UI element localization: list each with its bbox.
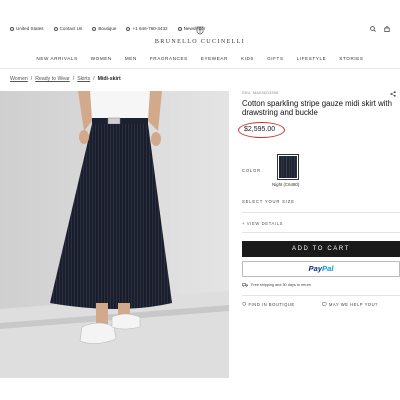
paypal-button[interactable]: Pay Pal <box>242 260 400 277</box>
crest-icon <box>196 26 204 35</box>
find-in-boutique-label: FIND IN BOUTIQUE <box>248 301 295 307</box>
breadcrumb-separator: / <box>93 76 95 82</box>
breadcrumb-separator: / <box>72 76 75 82</box>
nav-kids[interactable]: KIDS <box>241 56 254 61</box>
color-swatch-night[interactable] <box>276 153 299 180</box>
header-actions <box>370 26 390 32</box>
breadcrumb-women[interactable]: Women <box>10 76 28 82</box>
color-name: Night (C6480) <box>272 181 300 187</box>
truck-icon <box>242 283 248 287</box>
bag-icon[interactable] <box>384 26 390 32</box>
breadcrumb-ready-to-wear[interactable]: Ready to Wear <box>35 76 70 82</box>
paypal-logo-pay: Pay <box>308 264 323 274</box>
site-header: United States Contact Us Boutique +1 646… <box>0 0 400 58</box>
nav-eyewear[interactable]: EYEWEAR <box>201 56 228 61</box>
share-icon[interactable] <box>390 91 396 97</box>
price-area: $2,595.00 <box>238 121 400 138</box>
breadcrumb: Women / Ready to Wear / Skirts / Midi-skirt <box>10 76 121 82</box>
breadcrumb-separator: / <box>30 76 33 82</box>
view-details-link[interactable]: + VIEW DETAILS <box>242 221 400 226</box>
chat-icon <box>322 302 327 306</box>
find-in-boutique-link[interactable]: FIND IN BOUTIQUE <box>242 302 295 307</box>
color-label: COLOR <box>242 167 261 173</box>
nav-lifestyle[interactable]: LIFESTYLE <box>297 56 327 61</box>
add-to-cart-button[interactable]: ADD TO CART <box>242 240 400 257</box>
nav-gifts[interactable]: GIFTS <box>267 56 284 61</box>
divider <box>242 231 400 233</box>
shipping-info: Free shipping and 30 days to return <box>242 283 400 287</box>
nav-new-arrivals[interactable]: NEW ARRIVALS <box>36 56 77 61</box>
nav-fragrances[interactable]: FRAGRANCES <box>150 56 188 61</box>
product-sku: SKU: MA036G3398 <box>242 91 279 95</box>
divider <box>242 211 400 213</box>
paypal-logo-pal: Pal <box>322 264 334 274</box>
header-divider <box>0 68 400 69</box>
help-link[interactable]: MAY WE HELP YOU? <box>322 302 378 307</box>
nav-women[interactable]: WOMEN <box>91 56 112 61</box>
search-icon[interactable] <box>370 26 376 32</box>
product-image[interactable] <box>0 91 229 378</box>
product-title: Cotton sparkling stripe gauze midi skirt… <box>242 99 392 118</box>
breadcrumb-skirts[interactable]: Skirts <box>77 76 90 82</box>
service-links: FIND IN BOUTIQUE MAY WE HELP YOU? <box>242 302 400 307</box>
location-icon <box>242 302 247 307</box>
brand-name: BRUNELLO CUCINELLI <box>154 39 246 45</box>
color-selector: COLOR <box>242 153 400 180</box>
size-selector[interactable]: SELECT YOUR SIZE <box>242 199 400 204</box>
brand-logo[interactable]: BRUNELLO CUCINELLI <box>0 26 400 45</box>
main-nav: NEW ARRIVALS WOMEN MEN FRAGRANCES EYEWEA… <box>0 56 400 61</box>
help-label: MAY WE HELP YOU? <box>328 301 378 307</box>
shipping-text: Free shipping and 30 days to return <box>251 282 311 287</box>
breadcrumb-current: Midi-skirt <box>97 76 121 82</box>
model-wearing-skirt-image <box>0 91 229 378</box>
swatch-image <box>278 155 297 178</box>
product-panel: SKU: MA036G3398 Cotton sparkling stripe … <box>238 91 400 307</box>
nav-men[interactable]: MEN <box>125 56 137 61</box>
divider <box>242 294 400 296</box>
nav-stories[interactable]: STORIES <box>339 56 363 61</box>
price-annotation-circle <box>238 121 285 138</box>
